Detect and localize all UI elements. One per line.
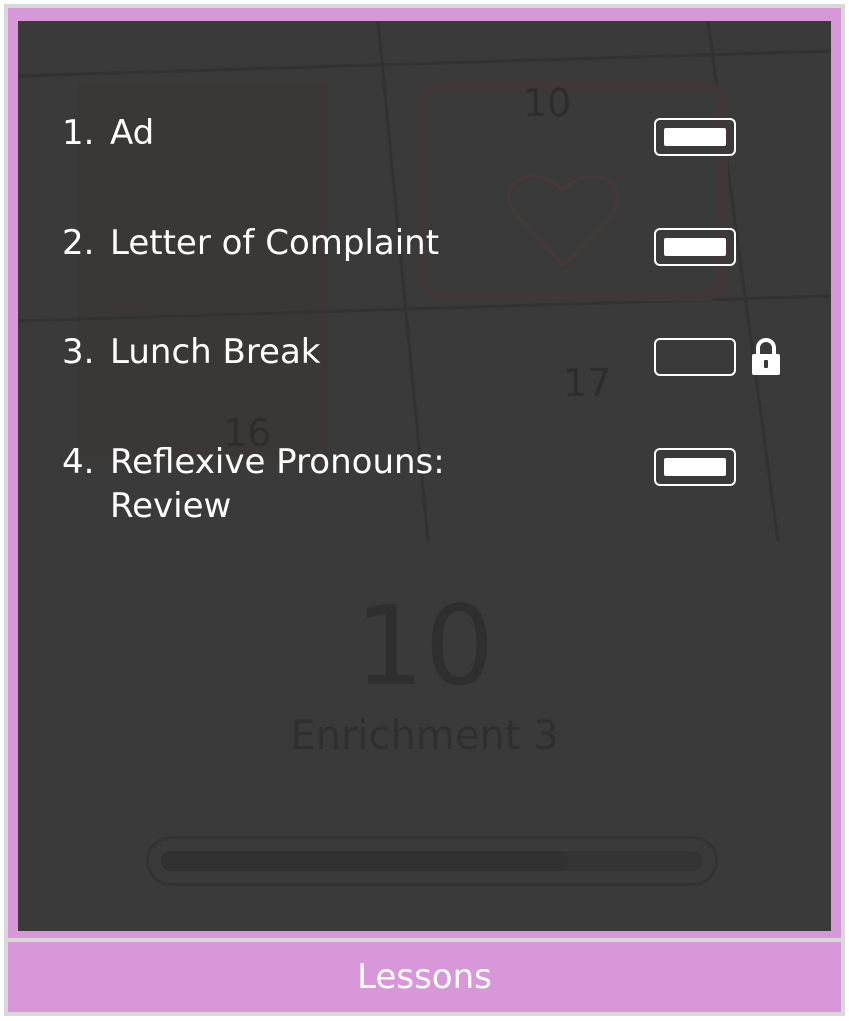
calendar-number: 17 <box>563 361 611 405</box>
lesson-item-1[interactable]: 1. Ad <box>62 111 540 155</box>
lessons-footer-button[interactable]: Lessons <box>8 942 841 1012</box>
lock-icon <box>752 338 780 375</box>
unit-title: Enrichment 3 <box>290 713 559 759</box>
completed-indicator <box>664 238 726 256</box>
lesson-status-toggle[interactable] <box>654 228 736 266</box>
lesson-status-toggle[interactable] <box>654 338 736 376</box>
lesson-number: 2. <box>62 223 95 263</box>
lesson-title: Ad <box>110 113 155 153</box>
lesson-item-3[interactable]: 3. Lunch Break <box>62 330 540 374</box>
lesson-status-toggle[interactable] <box>654 118 736 156</box>
lesson-number: 3. <box>62 332 95 372</box>
lesson-item-4[interactable]: 4. Reflexive Pronouns: Review <box>62 440 540 528</box>
completed-indicator <box>664 458 726 476</box>
lessons-card: 10 17 16 10 Enrichment 3 1. Ad 2. Letter <box>4 4 845 1016</box>
lessons-panel: 10 17 16 10 Enrichment 3 1. Ad 2. Letter <box>18 21 831 931</box>
footer-label: Lessons <box>357 957 492 997</box>
lessons-frame: 10 17 16 10 Enrichment 3 1. Ad 2. Letter <box>8 8 841 938</box>
unit-number: 10 <box>354 582 495 710</box>
lesson-title: Lunch Break <box>110 332 321 372</box>
lesson-item-2[interactable]: 2. Letter of Complaint <box>62 221 540 265</box>
lesson-number: 4. <box>62 442 95 482</box>
progress-fill <box>161 851 568 871</box>
lesson-number: 1. <box>62 113 95 153</box>
lesson-title: Letter of Complaint <box>110 223 440 263</box>
completed-indicator <box>664 128 726 146</box>
lesson-status-toggle[interactable] <box>654 448 736 486</box>
lesson-title: Reflexive Pronouns: Review <box>110 442 445 526</box>
unit-progress-bar <box>146 836 718 886</box>
